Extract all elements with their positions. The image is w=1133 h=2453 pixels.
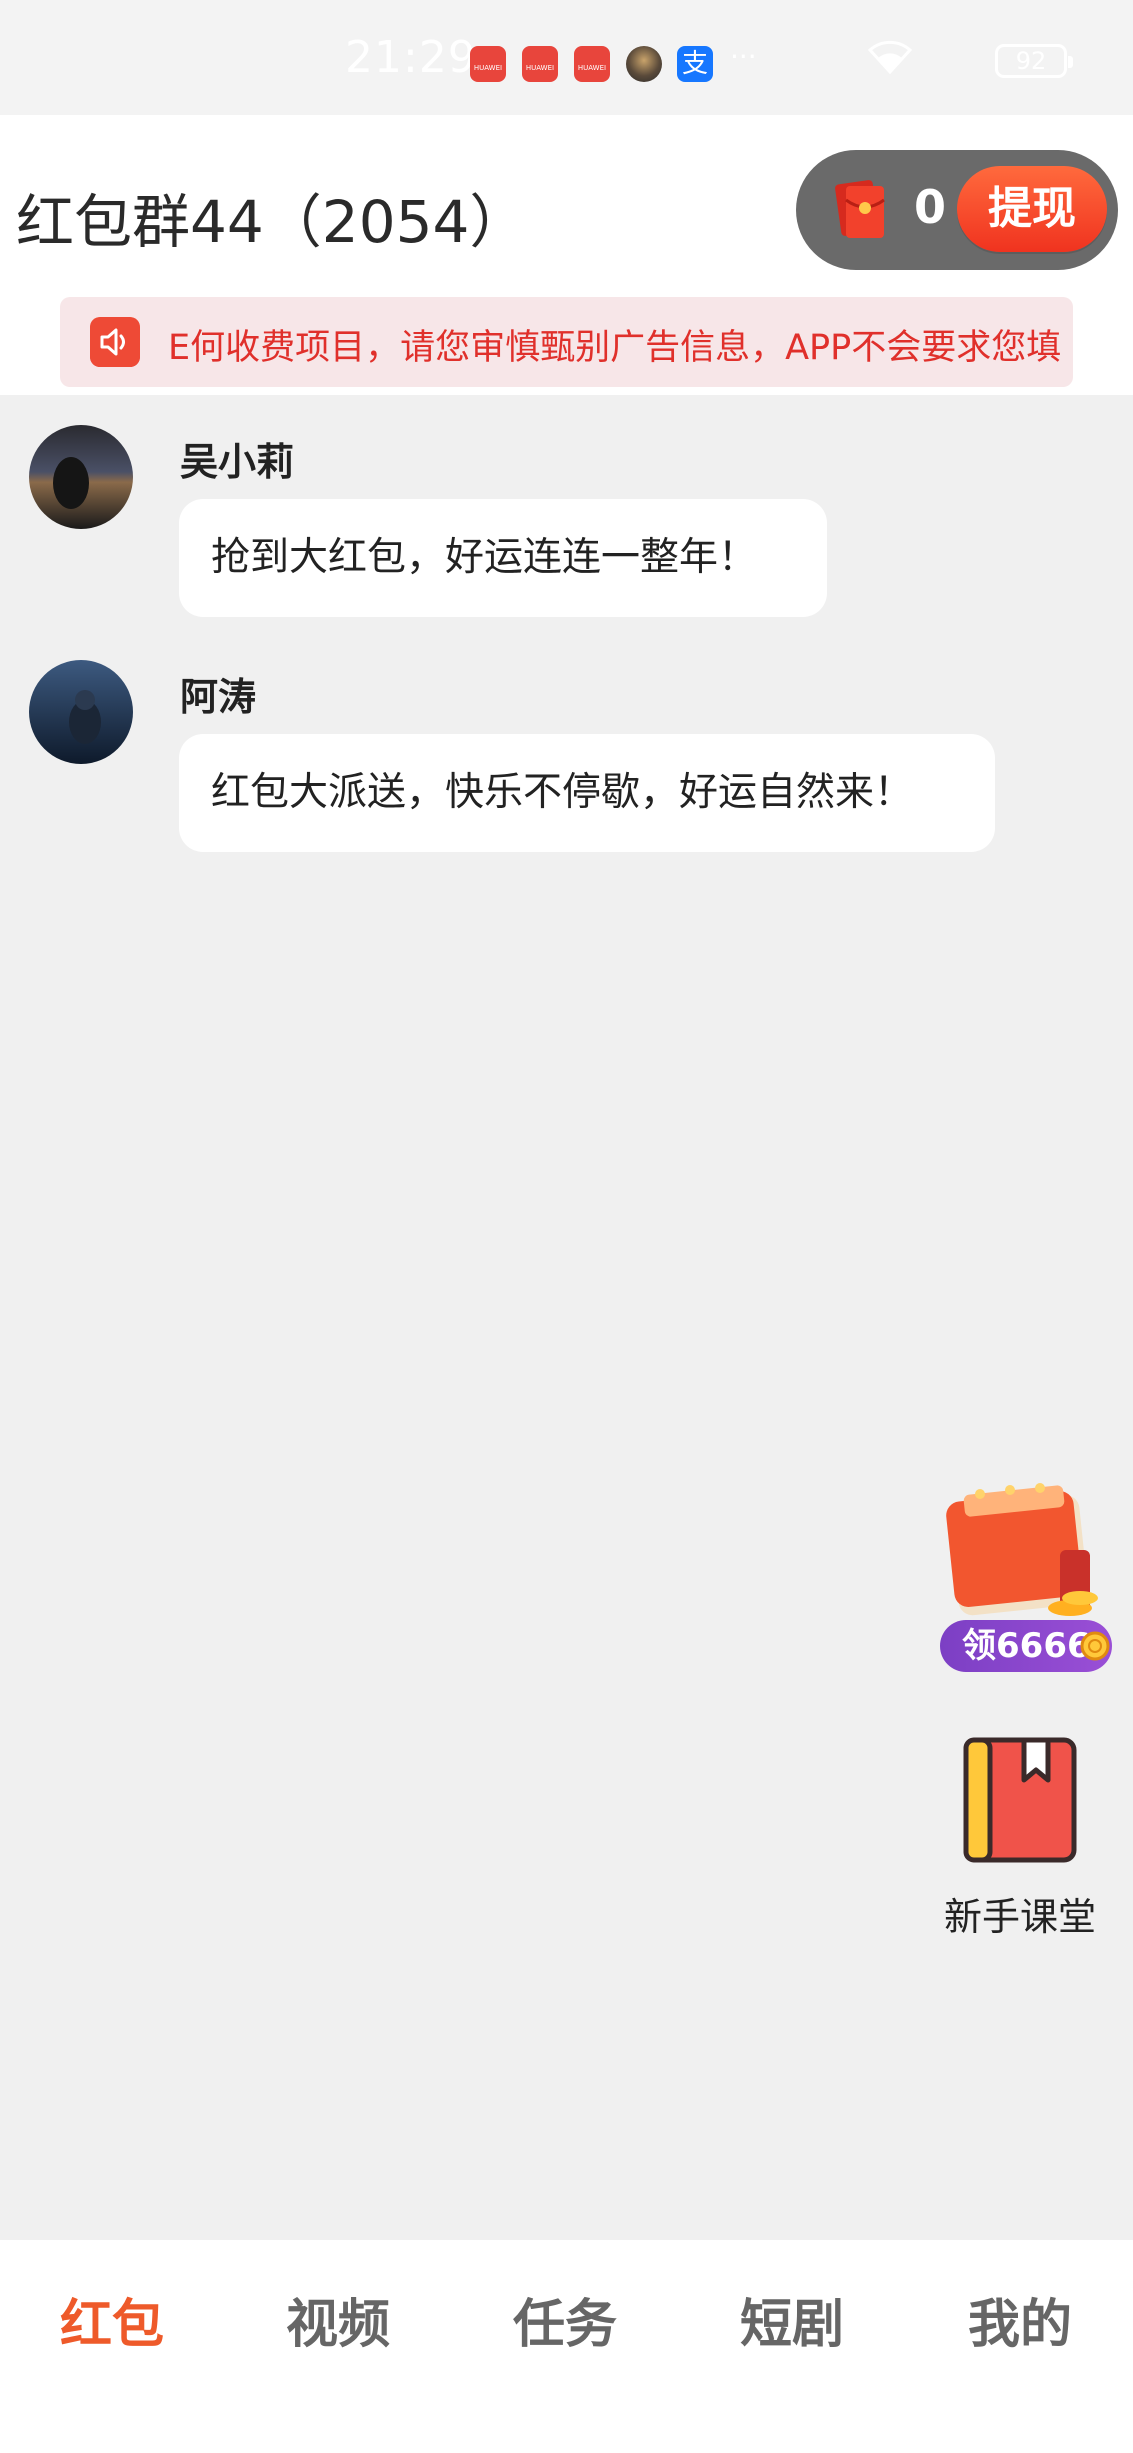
speaker-icon — [90, 317, 140, 367]
calendar-gift-icon — [946, 1483, 1098, 1616]
avatar[interactable] — [29, 425, 133, 529]
bottom-nav: 红包 视频 任务 短剧 我的 — [0, 2240, 1133, 2453]
tab-video[interactable]: 视频 — [258, 2282, 418, 2357]
alipay-icon: 支 — [677, 46, 713, 82]
huawei-app-icon: HUAWEI — [522, 46, 558, 82]
sender-name: 吴小莉 — [180, 440, 295, 484]
huawei-app-icon: HUAWEI — [574, 46, 610, 82]
status-bar: 21:29 HUAWEI HUAWEI HUAWEI 支 ··· 92 — [0, 0, 1133, 115]
tab-short-drama[interactable]: 短剧 — [712, 2282, 872, 2357]
huawei-app-icon: HUAWEI — [470, 46, 506, 82]
beginner-class-widget[interactable]: 新手课堂 — [930, 1736, 1110, 1939]
tab-redpacket[interactable]: 红包 — [32, 2282, 192, 2357]
book-icon — [963, 1737, 1077, 1863]
tab-tasks[interactable]: 任务 — [485, 2282, 645, 2357]
wallet-balance: 0 — [914, 180, 947, 234]
beginner-class-label: 新手课堂 — [943, 1895, 1096, 1939]
red-envelope-icon — [835, 180, 885, 238]
wifi-icon — [867, 40, 913, 75]
tab-me[interactable]: 我的 — [940, 2282, 1100, 2357]
notice-text: E何收费项目，请您审慎甄别广告信息，APP不会要求您填 — [168, 328, 1062, 368]
sender-name: 阿涛 — [180, 675, 257, 719]
page-title: 红包群44（2054） — [16, 188, 528, 256]
wallet-pill[interactable]: 0 提现 — [796, 150, 1118, 270]
message-bubble[interactable]: 红包大派送，快乐不停歇，好运自然来！ — [179, 734, 995, 852]
avatar[interactable] — [29, 660, 133, 764]
notice-banner: E何收费项目，请您审慎甄别广告信息，APP不会要求您填 — [60, 297, 1073, 387]
status-time: 21:29 — [345, 32, 477, 83]
reward-calendar-widget[interactable]: 领6666 — [940, 1480, 1115, 1680]
message-bubble[interactable]: 抢到大红包，好运连连一整年！ — [179, 499, 827, 617]
coin-icon — [1080, 1631, 1110, 1661]
more-notifications-icon: ··· — [730, 40, 757, 73]
battery-icon: 92 — [995, 44, 1073, 78]
withdraw-button[interactable]: 提现 — [957, 166, 1107, 252]
notification-avatar-icon — [626, 46, 662, 82]
header: 红包群44（2054） 0 提现 E何收费项目，请您审慎甄别广告信息，APP不会… — [0, 115, 1133, 395]
